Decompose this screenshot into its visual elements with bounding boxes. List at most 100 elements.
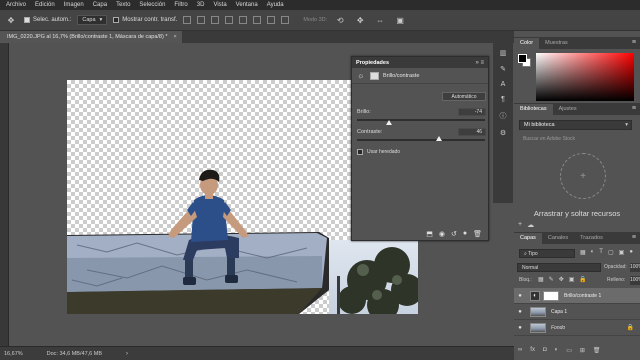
drop-zone[interactable]: + — [560, 153, 606, 199]
properties-header[interactable]: Propiedades » ≡ — [352, 57, 488, 68]
trash-icon[interactable]: 🗑 — [593, 347, 601, 354]
layer-row[interactable]: ● Fondo 🔒 — [514, 320, 640, 336]
eye-icon[interactable]: ● — [514, 325, 526, 331]
blend-mode-dropdown[interactable]: Normal — [517, 263, 601, 272]
info-icon[interactable]: ⓘ — [500, 111, 507, 121]
contrast-value-field[interactable]: 46 — [458, 128, 486, 136]
use-legacy-checkbox[interactable] — [357, 149, 363, 155]
filter-adjustment-icon[interactable]: ◐ — [591, 249, 595, 256]
menu-texto[interactable]: Texto — [116, 2, 130, 8]
align-right-icon[interactable] — [253, 16, 262, 24]
add-content-icon[interactable]: + — [518, 221, 522, 229]
panel-menu-icon[interactable]: ≡ — [632, 234, 636, 241]
brightness-slider-thumb[interactable] — [386, 120, 393, 125]
menu-ayuda[interactable]: Ayuda — [267, 2, 284, 8]
panel-menu-icon[interactable]: ≡ — [632, 105, 636, 112]
move-tool-icon[interactable]: ✥ — [4, 14, 18, 26]
layer-row[interactable]: ● ◐ Brillo/contraste 1 — [514, 288, 640, 304]
align-left-icon[interactable] — [225, 16, 234, 24]
auto-select-dropdown[interactable]: Capa ▾ — [77, 15, 108, 25]
menu-ventana[interactable]: Ventana — [236, 2, 258, 8]
menu-imagen[interactable]: Imagen — [64, 2, 84, 8]
properties-icon[interactable]: ⚙ — [500, 129, 506, 137]
auto-select-option[interactable]: Selec. autom.: — [24, 17, 71, 23]
menu-archivo[interactable]: Archivo — [6, 2, 26, 8]
lock-paint-icon[interactable]: ✎ — [549, 276, 554, 283]
brightness-value-field[interactable]: -74 — [458, 108, 486, 116]
show-transform-option[interactable]: Mostrar contr. transf. — [113, 17, 177, 23]
auto-select-checkbox[interactable] — [24, 17, 30, 23]
eye-icon[interactable]: ● — [514, 309, 526, 315]
filter-smart-icon[interactable]: ▣ — [619, 249, 625, 256]
opacity-field[interactable]: 100% — [630, 263, 640, 272]
distribute-icon[interactable] — [267, 16, 276, 24]
stock-search-input[interactable]: Buscar en Adobe Stock — [519, 134, 636, 144]
lock-all-icon[interactable]: 🔒 — [579, 276, 586, 283]
panel-menu-icon[interactable]: ≡ — [632, 39, 636, 46]
contrast-slider-thumb[interactable] — [435, 136, 442, 141]
fill-field[interactable]: 100% — [630, 276, 640, 285]
layer-row[interactable]: ● Capa 1 — [514, 304, 640, 320]
library-dropdown[interactable]: Mi biblioteca ▾ — [519, 120, 632, 130]
filter-type-icon[interactable]: T — [599, 249, 603, 256]
character-icon[interactable]: A — [501, 81, 506, 88]
chevron-right-icon[interactable]: › — [126, 351, 128, 357]
tab-adjustments[interactable]: Ajustes — [553, 104, 583, 115]
filter-pixel-icon[interactable]: ▦ — [580, 249, 586, 256]
align-bottom-icon[interactable] — [211, 16, 220, 24]
trash-icon[interactable]: 🗑 — [473, 230, 482, 238]
show-transform-checkbox[interactable] — [113, 17, 120, 23]
menu-filtro[interactable]: Filtro — [174, 2, 187, 8]
tools-panel[interactable] — [0, 31, 9, 353]
group-icon[interactable]: ▭ — [566, 347, 572, 354]
tab-swatches[interactable]: Muestras — [539, 38, 574, 49]
align-top-icon[interactable] — [183, 16, 192, 24]
brightness-contrast-icon[interactable]: ☼ — [357, 71, 366, 80]
history-icon[interactable]: ▥ — [500, 49, 507, 57]
align-center-icon[interactable] — [239, 16, 248, 24]
link-icon[interactable]: ∞ — [518, 347, 522, 354]
menu-vista[interactable]: Vista — [213, 2, 226, 8]
layer-mask-icon[interactable] — [370, 71, 379, 80]
cloud-icon[interactable]: ☁ — [527, 221, 534, 229]
collapse-icon[interactable]: » ≡ — [475, 60, 484, 66]
reset-icon[interactable]: ↺ — [451, 230, 457, 238]
tab-color[interactable]: Color — [514, 38, 540, 49]
menu-capa[interactable]: Capa — [93, 2, 107, 8]
close-icon[interactable]: × — [174, 34, 177, 40]
video-camera-icon[interactable]: ▣ — [393, 14, 407, 26]
filter-shape-icon[interactable]: ▢ — [608, 249, 614, 256]
brush-panel-icon[interactable]: ✎ — [500, 65, 506, 73]
zoom-level[interactable]: 16,67% — [4, 351, 23, 357]
add-mask-icon[interactable]: ◘ — [543, 347, 547, 354]
filter-toggle-icon[interactable]: ● — [629, 249, 633, 256]
lock-transparency-icon[interactable]: ▦ — [538, 276, 544, 283]
panel-menu-icon[interactable]: ≡ — [480, 60, 484, 66]
document-tab[interactable]: IMG_0220.JPG al 16,7% (Brillo/contraste … — [0, 31, 182, 43]
rotate-3d-icon[interactable]: ⟲ — [333, 14, 347, 26]
tab-paths[interactable]: Trazados — [574, 233, 609, 244]
new-layer-icon[interactable]: ⊞ — [580, 347, 585, 354]
tab-libraries[interactable]: Bibliotecas — [514, 104, 553, 115]
contrast-slider-track[interactable] — [357, 139, 485, 141]
auto-button[interactable]: Automático — [442, 92, 486, 101]
use-legacy-option[interactable]: Usar heredado — [357, 149, 400, 155]
adjustment-layer-icon[interactable]: ◐ — [555, 347, 559, 354]
clip-to-layer-icon[interactable]: ⬒ — [426, 230, 433, 238]
foreground-color-swatch[interactable] — [518, 54, 527, 63]
layer-filter-dropdown[interactable]: ⌕ Tipo — [519, 249, 575, 258]
fx-icon[interactable]: fx — [530, 347, 535, 354]
menu-seleccion[interactable]: Selección — [139, 2, 165, 8]
eye-icon[interactable]: ● — [514, 293, 526, 299]
distribute-horizontal-icon[interactable] — [281, 16, 290, 24]
paragraph-icon[interactable]: ¶ — [501, 96, 505, 103]
menu-edicion[interactable]: Edición — [35, 2, 55, 8]
color-spectrum[interactable] — [536, 53, 634, 101]
brightness-slider-track[interactable] — [357, 119, 485, 121]
tab-channels[interactable]: Canales — [542, 233, 574, 244]
visibility-icon[interactable]: ● — [463, 230, 467, 237]
align-middle-icon[interactable] — [197, 16, 206, 24]
pan-3d-icon[interactable]: ✥ — [353, 14, 367, 26]
tab-layers[interactable]: Capas — [514, 233, 542, 244]
mask-thumbnail[interactable] — [543, 290, 559, 301]
